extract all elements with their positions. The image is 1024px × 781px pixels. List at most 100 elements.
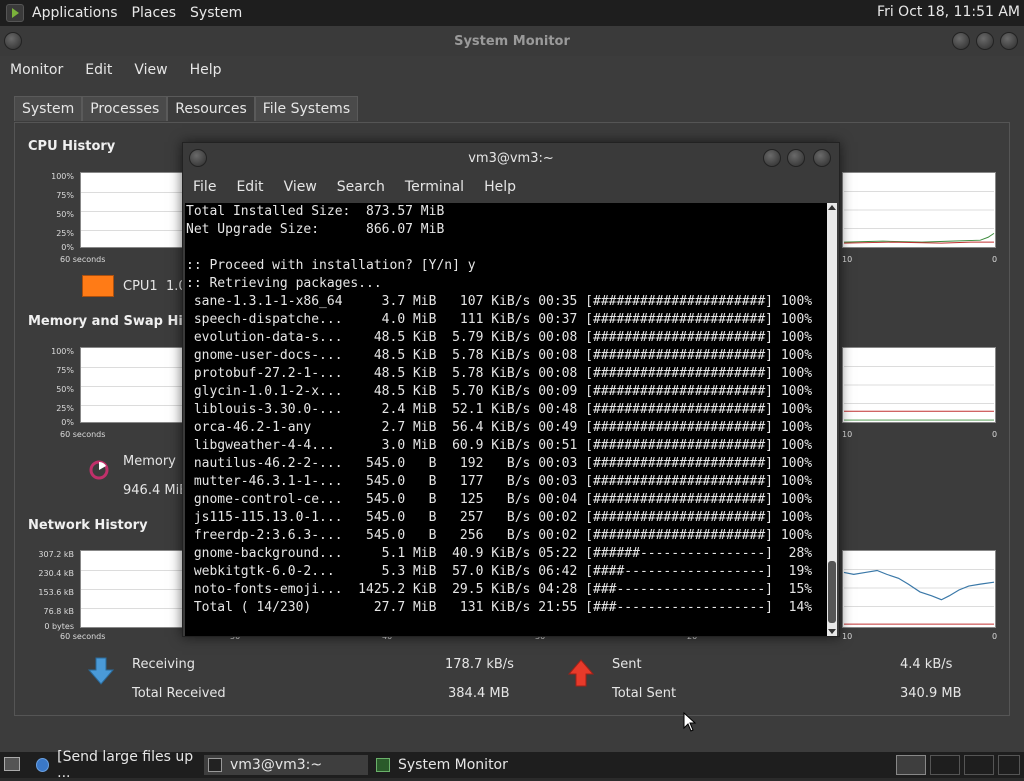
terminal-line: Total Installed Size: 873.57 MiB xyxy=(186,204,445,219)
terminal-menu-help[interactable]: Help xyxy=(484,179,516,195)
cpu1-color-swatch[interactable] xyxy=(82,275,114,297)
sysmon-titlebar[interactable]: System Monitor xyxy=(0,26,1024,56)
workspace-4-button[interactable] xyxy=(998,755,1020,775)
network-history-title: Network History xyxy=(28,518,148,533)
cpu1-label: CPU1 xyxy=(123,279,158,294)
cpu-graph-right xyxy=(842,172,996,248)
receiving-value: 178.7 kB/s xyxy=(445,657,514,672)
tab-processes[interactable]: Processes xyxy=(82,96,168,121)
mem-xlabel-10: 10 xyxy=(842,430,853,439)
window-menu-icon[interactable] xyxy=(4,32,22,50)
receiving-label: Receiving xyxy=(132,657,196,672)
terminal-line: :: Proceed with installation? [Y/n] y xyxy=(186,258,476,273)
terminal-maximize-button[interactable] xyxy=(787,149,805,167)
sent-arrow-icon[interactable] xyxy=(568,658,594,688)
net-xtick-0: 0 xyxy=(992,632,998,641)
terminal-window-menu-icon[interactable] xyxy=(189,149,207,167)
net-ytick: 307.2 kB xyxy=(38,550,74,559)
net-ytick: 0 bytes xyxy=(44,622,74,631)
scroll-down-icon[interactable] xyxy=(828,629,836,634)
cpu-ytick: 75% xyxy=(56,191,74,200)
tab-resources[interactable]: Resources xyxy=(167,96,255,121)
sysmon-menubar: Monitor Edit View Help xyxy=(0,56,1024,84)
terminal-minimize-button[interactable] xyxy=(763,149,781,167)
menu-help[interactable]: Help xyxy=(190,62,222,78)
terminal-output[interactable]: Total Installed Size: 873.57 MiB Net Upgr… xyxy=(185,203,827,636)
places-menu[interactable]: Places xyxy=(132,5,177,21)
tab-system[interactable]: System xyxy=(14,96,83,121)
mem-ytick: 50% xyxy=(56,385,74,394)
taskbar-item-terminal[interactable]: vm3@vm3:~ xyxy=(204,755,368,775)
minimize-button[interactable] xyxy=(952,32,970,50)
terminal-line: gnome-background... 5.1 MiB 40.9 KiB/s 0… xyxy=(186,546,813,561)
terminal-line: speech-dispatche... 4.0 MiB 111 KiB/s 00… xyxy=(186,312,813,327)
memory-pie-icon[interactable] xyxy=(86,456,112,484)
applications-logo-icon[interactable] xyxy=(6,4,24,22)
terminal-menu-terminal[interactable]: Terminal xyxy=(405,179,464,195)
clock[interactable]: Fri Oct 18, 11:51 AM xyxy=(877,4,1020,20)
system-monitor-icon xyxy=(376,758,390,772)
system-menu[interactable]: System xyxy=(190,5,242,21)
menu-edit[interactable]: Edit xyxy=(85,62,112,78)
taskbar-item-browser[interactable]: [Send large files up ... xyxy=(36,749,200,781)
cpu-graph-left xyxy=(80,172,184,248)
cpu-ytick: 50% xyxy=(56,210,74,219)
total-sent-value: 340.9 MB xyxy=(900,686,962,701)
terminal-titlebar[interactable]: vm3@vm3:~ xyxy=(183,143,839,173)
taskbar-item-system-monitor[interactable]: System Monitor xyxy=(374,755,544,775)
terminal-line: gnome-user-docs-... 48.5 KiB 5.78 KiB/s … xyxy=(186,348,813,363)
workspace-1-button[interactable] xyxy=(896,755,926,775)
terminal-menu-edit[interactable]: Edit xyxy=(236,179,263,195)
mouse-cursor-icon xyxy=(683,712,697,732)
cpu-xlabel-10: 10 xyxy=(842,255,853,264)
net-ytick: 230.4 kB xyxy=(38,569,74,578)
scroll-thumb[interactable] xyxy=(828,561,836,623)
scroll-up-icon[interactable] xyxy=(828,205,836,210)
terminal-line: gnome-control-ce... 545.0 B 125 B/s 00:0… xyxy=(186,492,813,507)
terminal-menu-view[interactable]: View xyxy=(284,179,317,195)
terminal-line: glycin-1.0.1-2-x... 48.5 KiB 5.70 KiB/s … xyxy=(186,384,813,399)
top-panel-menu: Applications Places System xyxy=(6,4,242,22)
workspace-3-button[interactable] xyxy=(964,755,994,775)
sent-label: Sent xyxy=(612,657,642,672)
terminal-line: libgweather-4-4... 3.0 MiB 60.9 KiB/s 00… xyxy=(186,438,813,453)
memory-graph-right xyxy=(842,347,996,423)
top-panel: Applications Places System Fri Oct 18, 1… xyxy=(0,0,1024,26)
terminal-line: Net Upgrade Size: 866.07 MiB xyxy=(186,222,445,237)
tab-file-systems[interactable]: File Systems xyxy=(254,96,359,121)
workspace-2-button[interactable] xyxy=(930,755,960,775)
cpu-ytick: 100% xyxy=(51,172,74,181)
net-xtick-10: 10 xyxy=(842,632,853,641)
terminal-close-button[interactable] xyxy=(813,149,831,167)
terminal-line: Total ( 14/230) 27.7 MiB 131 KiB/s 21:55… xyxy=(186,600,813,615)
taskbar-item-label: vm3@vm3:~ xyxy=(230,757,323,773)
menu-monitor[interactable]: Monitor xyxy=(10,62,63,78)
cpu-ytick: 25% xyxy=(56,229,74,238)
cpu-xlabel-left: 60 seconds xyxy=(60,255,106,264)
net-ytick: 153.6 kB xyxy=(38,588,74,597)
cpu-xlabel-0: 0 xyxy=(992,255,998,264)
terminal-line: orca-46.2-1-any 2.7 MiB 56.4 KiB/s 00:49… xyxy=(186,420,813,435)
taskbar-item-label: System Monitor xyxy=(398,757,508,773)
terminal-line: :: Retrieving packages... xyxy=(186,276,382,291)
show-desktop-icon[interactable] xyxy=(4,757,20,771)
browser-icon xyxy=(36,758,50,772)
memory-label: Memory xyxy=(123,454,176,469)
mem-ytick: 100% xyxy=(51,347,74,356)
terminal-menubar: File Edit View Search Terminal Help xyxy=(183,173,839,201)
maximize-button[interactable] xyxy=(976,32,994,50)
terminal-icon xyxy=(208,758,222,772)
menu-view[interactable]: View xyxy=(134,62,167,78)
terminal-menu-file[interactable]: File xyxy=(193,179,216,195)
cpu-history-title: CPU History xyxy=(28,139,116,154)
terminal-line: freerdp-2:3.6.3-... 545.0 B 256 B/s 00:0… xyxy=(186,528,813,543)
terminal-line: mutter-46.3.1-1-... 545.0 B 177 B/s 00:0… xyxy=(186,474,813,489)
terminal-scrollbar[interactable] xyxy=(827,203,837,636)
terminal-menu-search[interactable]: Search xyxy=(337,179,385,195)
network-graph-right xyxy=(842,550,996,628)
applications-menu[interactable]: Applications xyxy=(32,5,118,21)
close-button[interactable] xyxy=(1000,32,1018,50)
mem-ytick: 75% xyxy=(56,366,74,375)
receiving-arrow-icon[interactable] xyxy=(88,656,114,686)
